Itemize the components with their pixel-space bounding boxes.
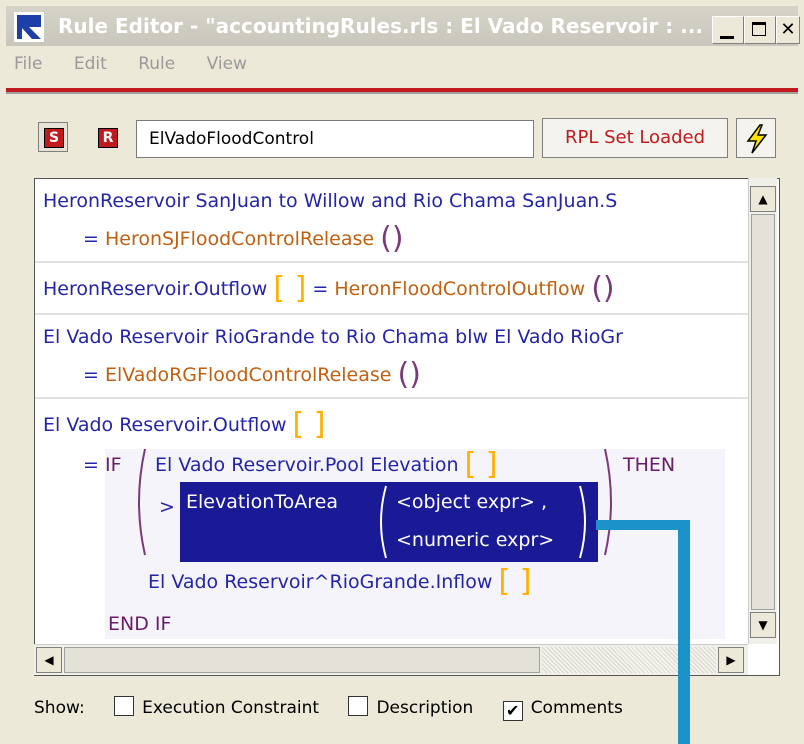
- arrow-right-icon: ▶: [726, 653, 736, 667]
- paren-close-large: [604, 448, 612, 556]
- paren-open: (: [397, 357, 410, 392]
- line-comment-1: HeronReservoir SanJuan to Willow and Rio…: [43, 190, 618, 212]
- menu-bar: File Edit Rule View: [6, 54, 265, 84]
- scroll-left-button[interactable]: ◀: [36, 647, 62, 673]
- menu-edit[interactable]: Edit: [74, 54, 107, 74]
- equals: =: [312, 278, 329, 300]
- s-icon: S: [44, 128, 64, 148]
- execution-constraint-label[interactable]: Execution Constraint: [142, 698, 319, 718]
- line-comment-2: El Vado Reservoir RioGrande to Rio Chama…: [43, 326, 623, 348]
- rule-editor-canvas[interactable]: HeronReservoir SanJuan to Willow and Rio…: [34, 178, 780, 676]
- slot-reference[interactable]: HeronReservoir.Outflow: [43, 278, 267, 300]
- line-if: = IF: [83, 451, 122, 479]
- line-inflow: El Vado Reservoir^RioGrande.Inflow [ ]: [148, 567, 531, 597]
- slot-reference[interactable]: El Vado Reservoir.Pool Elevation: [155, 454, 459, 476]
- equals: =: [83, 454, 99, 476]
- object-expr-placeholder[interactable]: <object expr> ,: [396, 488, 547, 516]
- slot-reference[interactable]: El Vado Reservoir^RioGrande.Inflow: [148, 571, 492, 593]
- equals: =: [83, 228, 99, 250]
- minimize-button[interactable]: [712, 16, 744, 44]
- s-button[interactable]: S: [38, 122, 68, 152]
- numeric-expr-placeholder[interactable]: <numeric expr>: [396, 526, 554, 554]
- arrow-down-icon: ▼: [758, 618, 768, 632]
- window-title: Rule Editor - "accountingRules.rls : El …: [58, 14, 704, 38]
- arrow-left-icon: ◀: [44, 653, 54, 667]
- if-keyword[interactable]: IF: [105, 454, 122, 476]
- show-options: Show: Execution Constraint Description ✔…: [34, 696, 623, 721]
- paren-close: ): [409, 357, 421, 392]
- close-icon: ✕: [780, 19, 796, 40]
- line-assign-4: El Vado Reservoir.Outflow [ ]: [43, 410, 325, 440]
- annotation-line-horizontal: [596, 520, 688, 530]
- horizontal-scroll-thumb[interactable]: [64, 647, 540, 673]
- execution-constraint-checkbox[interactable]: [114, 696, 135, 716]
- menu-divider-shadow: [6, 92, 798, 94]
- title-bar: Rule Editor - "accountingRules.rls : El …: [6, 6, 800, 46]
- paren-close: ): [602, 271, 615, 306]
- paren-open: (: [380, 221, 392, 256]
- arrow-up-icon: ▲: [758, 192, 768, 206]
- r-button[interactable]: R: [92, 122, 122, 152]
- rule-name-field[interactable]: ElVadoFloodControl: [136, 120, 534, 158]
- maximize-icon: [752, 22, 766, 36]
- greater-than-operator: >: [159, 496, 175, 518]
- comments-label[interactable]: Comments: [531, 698, 623, 718]
- rpl-set-loaded-button[interactable]: RPL Set Loaded: [542, 118, 728, 158]
- scroll-up-button[interactable]: ▲: [750, 186, 776, 212]
- function-call[interactable]: ElVadoRGFloodControlRelease: [105, 364, 392, 386]
- statement-separator: [35, 313, 751, 315]
- statement-separator: [35, 261, 751, 263]
- r-icon: R: [98, 128, 118, 148]
- riverware-app-icon: [14, 12, 44, 42]
- scroll-right-button[interactable]: ▶: [718, 647, 744, 673]
- execute-rule-button[interactable]: [736, 118, 776, 158]
- bracket-empty: [ ]: [273, 271, 307, 306]
- equals: =: [83, 364, 99, 386]
- bracket-empty: [ ]: [292, 407, 326, 442]
- paren-open-selected: [380, 485, 387, 559]
- line-assign-3: = ElVadoRGFloodControlRelease (): [83, 360, 421, 390]
- description-label[interactable]: Description: [376, 698, 473, 718]
- function-call[interactable]: HeronSJFloodControlRelease: [105, 228, 374, 250]
- description-checkbox[interactable]: [348, 696, 369, 716]
- bracket-empty: [ ]: [498, 564, 532, 599]
- bracket-empty: [ ]: [464, 447, 498, 482]
- condition-slot: El Vado Reservoir.Pool Elevation [ ]: [155, 450, 498, 480]
- rule-editor-window: Rule Editor - "accountingRules.rls : El …: [0, 0, 804, 744]
- slot-reference[interactable]: El Vado Reservoir.Outflow: [43, 414, 286, 436]
- paren-open: (: [591, 271, 603, 306]
- menu-file[interactable]: File: [14, 54, 42, 74]
- function-call-selected: ElevationToArea: [186, 491, 338, 513]
- minimize-icon: [720, 36, 734, 39]
- paren-open-large: [138, 448, 146, 556]
- vertical-scrollbar[interactable]: ▲ ▼: [748, 178, 777, 644]
- show-label: Show:: [34, 698, 85, 718]
- comments-checkbox[interactable]: ✔: [502, 701, 523, 721]
- maximize-button[interactable]: [744, 16, 776, 44]
- scroll-down-button[interactable]: ▼: [750, 612, 776, 638]
- line-assign-2: HeronReservoir.Outflow [ ] = HeronFloodC…: [43, 274, 615, 304]
- paren-close-selected: [579, 485, 586, 559]
- menu-view[interactable]: View: [207, 54, 247, 74]
- vertical-scroll-thumb[interactable]: [751, 214, 775, 610]
- close-button[interactable]: ✕: [776, 16, 800, 44]
- statement-separator: [35, 397, 751, 399]
- menu-rule[interactable]: Rule: [138, 54, 175, 74]
- lightning-icon: [746, 124, 768, 154]
- line-assign-1: = HeronSJFloodControlRelease (): [83, 224, 404, 254]
- annotation-line-vertical: [678, 520, 690, 744]
- selected-expression[interactable]: ElevationToArea <object expr> , <numeric…: [180, 482, 598, 562]
- end-if-keyword[interactable]: END IF: [108, 610, 171, 638]
- then-keyword[interactable]: THEN: [623, 451, 675, 479]
- function-call[interactable]: HeronFloodControlOutflow: [334, 278, 585, 300]
- paren-close: ): [391, 221, 404, 256]
- horizontal-scrollbar[interactable]: ◀ ▶: [34, 644, 748, 675]
